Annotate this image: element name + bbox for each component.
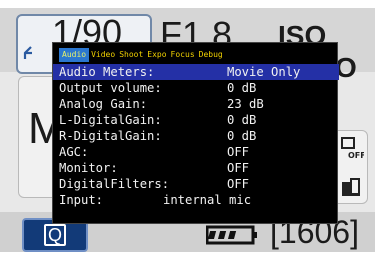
menu-item-label: Monitor: <box>59 161 118 175</box>
menu-item-value: 0 dB <box>227 81 257 95</box>
menu-item-value: 0 dB <box>227 113 257 127</box>
menu-item-r-digital-gain[interactable]: R-DigitalGain: 0 dB <box>53 128 339 144</box>
tab-expo[interactable]: Expo <box>147 48 170 62</box>
tab-audio[interactable]: Audio <box>59 48 90 62</box>
q-icon: Q <box>44 224 66 246</box>
tab-focus[interactable]: Focus <box>171 48 199 62</box>
menu-item-label: L-DigitalGain: <box>59 113 162 127</box>
menu-tabs: Audio Video Shoot Expo Focus Debug <box>59 48 227 62</box>
menu-item-label: Audio Meters: <box>59 65 155 79</box>
menu-item-value: internal mic <box>163 193 252 207</box>
camera-screen: 1/90 F1.8 ISO AUTO M OFF Q [1606] Audio … <box>0 0 375 256</box>
menu-item-value: OFF <box>227 145 250 159</box>
tab-video[interactable]: Video <box>91 48 119 62</box>
svg-text:OFF: OFF <box>348 151 364 160</box>
menu-item-audio-meters[interactable]: Audio Meters: Movie Only <box>53 64 339 80</box>
menu-item-agc[interactable]: AGC: OFF <box>53 144 339 160</box>
menu-item-value: Movie Only <box>227 65 301 79</box>
menu-item-label: AGC: <box>59 145 89 159</box>
menu-item-label: Analog Gain: <box>59 97 148 111</box>
tab-shoot[interactable]: Shoot <box>119 48 147 62</box>
menu-item-input[interactable]: Input: internal mic <box>53 192 339 208</box>
menu-item-label: R-DigitalGain: <box>59 129 162 143</box>
menu-item-label: Output volume: <box>59 81 162 95</box>
menu-item-monitor[interactable]: Monitor: OFF <box>53 160 339 176</box>
drive-mode-icon <box>342 178 360 196</box>
tab-debug[interactable]: Debug <box>199 48 227 62</box>
menu-item-analog-gain[interactable]: Analog Gain: 23 dB <box>53 96 339 112</box>
flash-off-icon: OFF <box>341 137 364 160</box>
audio-settings-menu: Audio Video Shoot Expo Focus Debug Audio… <box>52 42 339 224</box>
menu-item-l-digital-gain[interactable]: L-DigitalGain: 0 dB <box>53 112 339 128</box>
menu-item-value: 23 dB <box>227 97 264 111</box>
menu-item-value: OFF <box>227 161 250 175</box>
menu-item-value: 0 dB <box>227 129 257 143</box>
menu-item-label: Input: <box>59 193 104 207</box>
dial-icon <box>23 46 32 59</box>
menu-item-digital-filters[interactable]: DigitalFilters: OFF <box>53 176 339 192</box>
menu-item-output-volume[interactable]: Output volume: 0 dB <box>53 80 339 96</box>
battery-icon <box>206 225 257 245</box>
menu-item-label: DigitalFilters: <box>59 177 170 191</box>
q-button-label: Q <box>47 224 62 245</box>
menu-item-value: OFF <box>227 177 250 191</box>
